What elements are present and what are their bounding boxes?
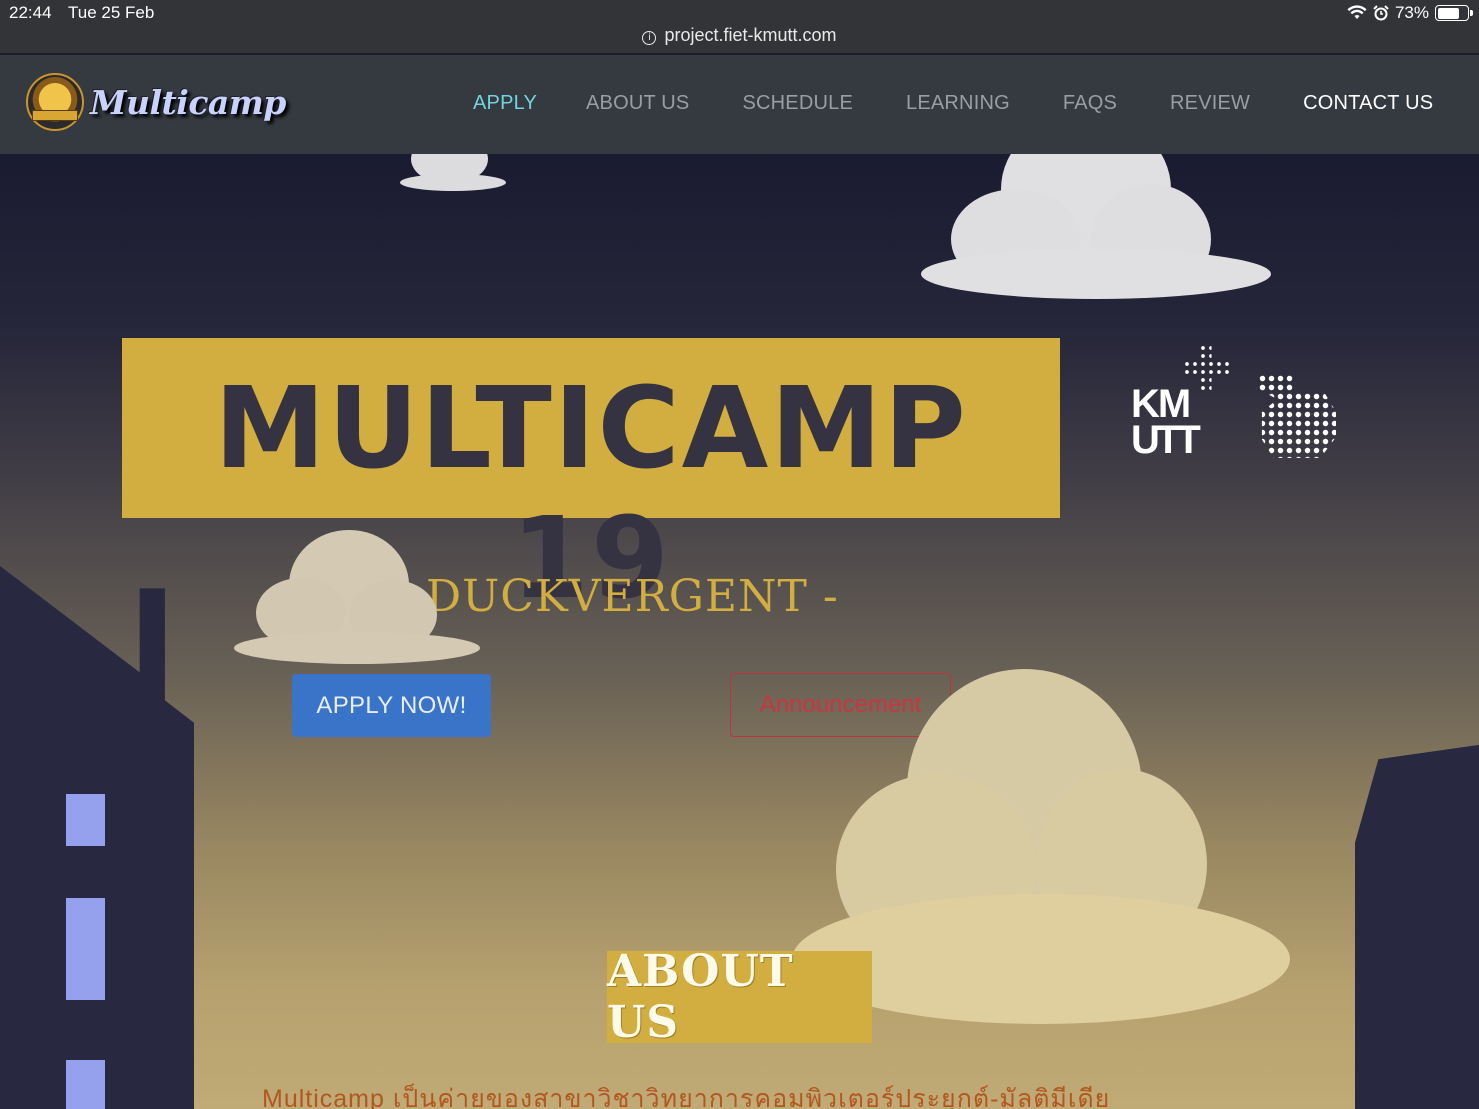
info-icon[interactable]: i [642, 31, 657, 45]
nav-link-schedule[interactable]: SCHEDULE [742, 92, 853, 115]
nav-link-contact-us[interactable]: CONTACT US [1303, 92, 1433, 115]
wifi-icon [1347, 5, 1367, 19]
url-text: project.fiet-kmutt.com [664, 25, 837, 45]
hero-section: MULTICAMP 19 KM UTT - DUCKVERGENT - APPL… [0, 154, 1479, 1109]
nav-link-apply[interactable]: APPLY [473, 92, 537, 115]
kmutt-logo-text-bottom: UTT [1131, 418, 1201, 462]
nav-link-about-us[interactable]: ABOUT US [586, 92, 689, 115]
battery-icon [1435, 5, 1473, 21]
multicamp-logo-icon [26, 73, 84, 131]
building-window [66, 1060, 105, 1109]
apply-now-button[interactable]: APPLY NOW! [292, 674, 491, 737]
cloud-decoration [921, 154, 1271, 304]
status-date: Tue 25 Feb [68, 3, 155, 22]
hero-title-box: MULTICAMP 19 [122, 338, 1060, 624]
building-right-decoration [1355, 744, 1479, 1109]
brand-name: Multicamp [90, 82, 286, 122]
status-right-group: 73% [1347, 3, 1473, 23]
nav-links: APPLY ABOUT US SCHEDULE LEARNING FAQS RE… [473, 92, 1433, 115]
nav-link-learning[interactable]: LEARNING [906, 92, 1010, 115]
nav-link-review[interactable]: REVIEW [1170, 92, 1250, 115]
site-navbar: Multicamp APPLY ABOUT US SCHEDULE LEARNI… [0, 55, 1479, 154]
kmutt-dot-cross-icon [1183, 344, 1229, 394]
kmutt-logo-text-top: KM [1131, 382, 1191, 426]
building-window [66, 898, 105, 1000]
about-heading-box: ABOUT US [607, 946, 872, 1048]
nav-link-faqs[interactable]: FAQS [1063, 92, 1117, 115]
about-description: Multicamp เป็นค่ายของสาขาวิชาวิทยาการคอม… [262, 1085, 1111, 1109]
alarm-icon [1373, 5, 1389, 21]
faculty-dot-logo-icon [1258, 374, 1336, 458]
about-heading: ABOUT US [607, 946, 794, 1048]
cloud-decoration [234, 530, 480, 665]
kmutt-logo: KM UTT [1131, 344, 1241, 464]
cloud-decoration [400, 154, 506, 194]
building-window [66, 794, 105, 846]
address-bar[interactable]: i project.fiet-kmutt.com [0, 25, 1479, 46]
brand-link[interactable]: Multicamp [26, 73, 286, 131]
battery-percent: 73% [1394, 3, 1429, 22]
status-time: 22:44 [9, 3, 52, 22]
ios-status-bar: 22:44 Tue 25 Feb 73% i project.fiet-kmutt… [0, 0, 1479, 54]
